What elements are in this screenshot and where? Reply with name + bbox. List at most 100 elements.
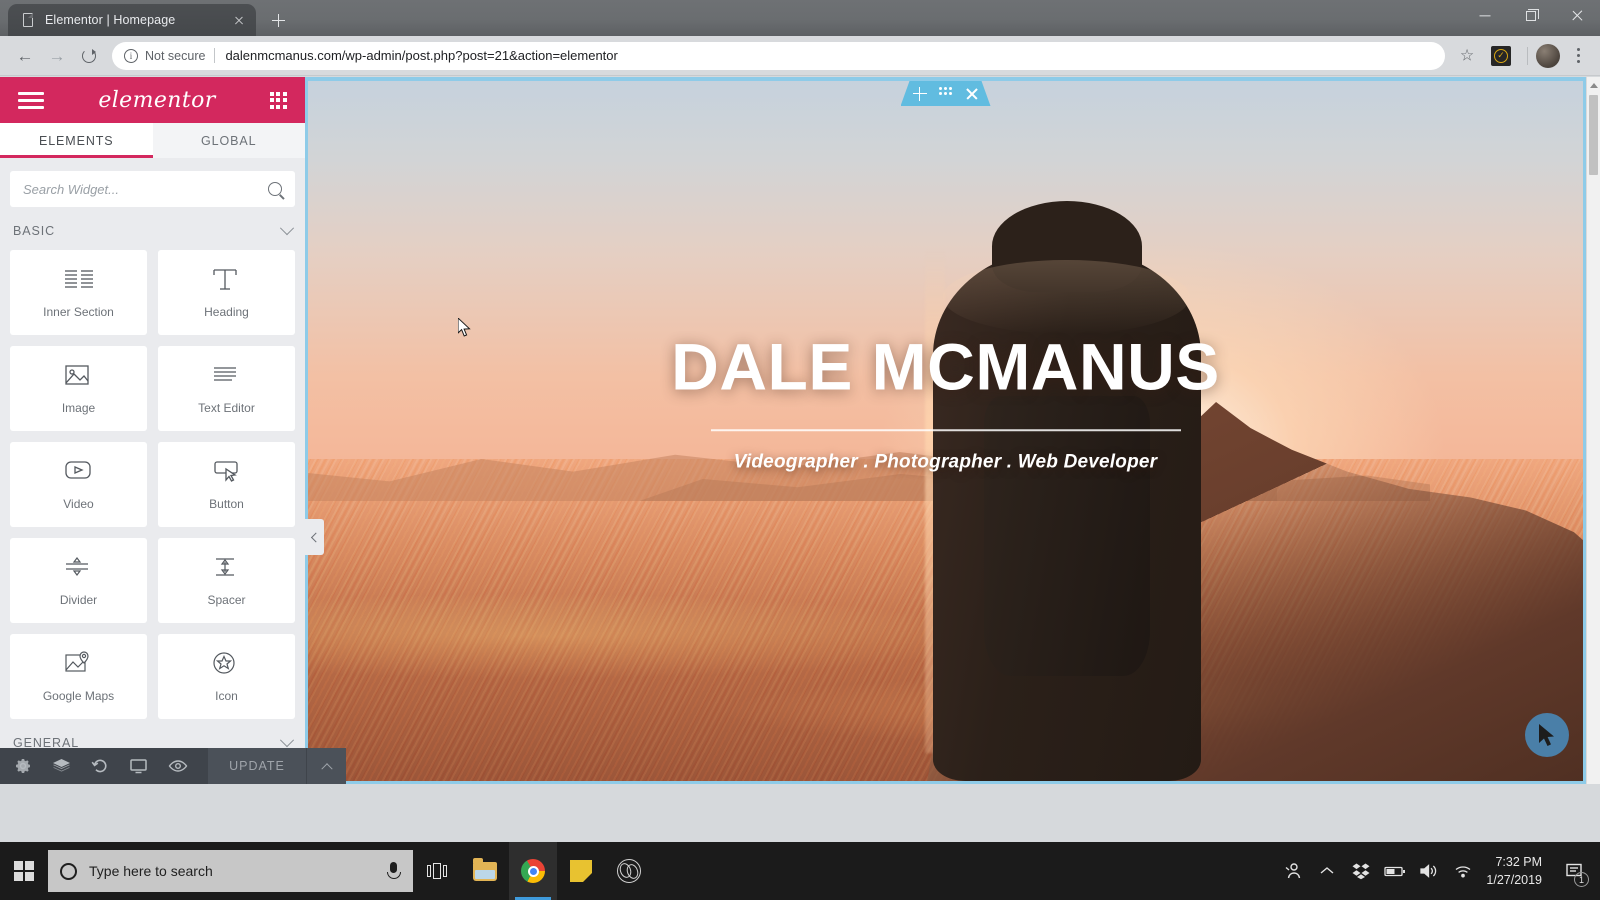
- caret-up-icon: [320, 763, 333, 775]
- tab-global[interactable]: GLOBAL: [152, 123, 305, 158]
- chrome-icon: [521, 859, 545, 883]
- scrollbar-thumb[interactable]: [1589, 95, 1598, 175]
- map-pin-icon: [62, 650, 96, 680]
- minimize-button[interactable]: [1462, 0, 1508, 32]
- chrome-button[interactable]: [509, 842, 557, 900]
- category-general-header[interactable]: GENERAL: [10, 719, 295, 748]
- plus-icon[interactable]: [913, 87, 927, 101]
- bookmark-star-icon[interactable]: ☆: [1453, 42, 1481, 70]
- search-icon[interactable]: [268, 182, 282, 196]
- text-t-icon: [210, 266, 244, 296]
- page-scrollbar[interactable]: [1586, 77, 1600, 784]
- wifi-icon[interactable]: [1446, 842, 1480, 900]
- drag-dots-icon[interactable]: [939, 87, 953, 101]
- panel-body: BASIC Inner Section: [0, 158, 305, 748]
- start-button[interactable]: [0, 842, 48, 900]
- widget-label: Heading: [204, 305, 249, 319]
- search-input[interactable]: [23, 181, 268, 197]
- taskbar-search[interactable]: Type here to search: [48, 850, 413, 892]
- page-viewport: elementor ELEMENTS GLOBAL BASIC: [0, 77, 1600, 784]
- widget-google-maps[interactable]: Google Maps: [10, 634, 147, 719]
- dropbox-icon[interactable]: [1344, 842, 1378, 900]
- section-toolbar[interactable]: [901, 81, 991, 106]
- chevron-down-icon[interactable]: [279, 733, 295, 748]
- star-circle-icon: [210, 650, 244, 680]
- clock-date: 1/27/2019: [1486, 873, 1542, 887]
- browser-tab[interactable]: Elementor | Homepage: [8, 4, 256, 36]
- divider: [214, 48, 216, 63]
- widget-image[interactable]: Image: [10, 346, 147, 431]
- widget-label: Icon: [215, 689, 238, 703]
- speaker-icon[interactable]: [1412, 842, 1446, 900]
- notification-center-button[interactable]: 1: [1554, 842, 1594, 900]
- chevron-down-icon[interactable]: [279, 221, 295, 236]
- reload-button[interactable]: [74, 41, 104, 71]
- scroll-up-button[interactable]: [1587, 77, 1600, 93]
- hamburger-icon[interactable]: [18, 91, 44, 109]
- update-button[interactable]: UPDATE: [208, 748, 306, 784]
- chevron-left-icon: [310, 532, 321, 542]
- task-view-icon: [427, 863, 447, 879]
- gear-icon[interactable]: [14, 755, 32, 777]
- columns-icon: [62, 266, 96, 296]
- new-tab-button[interactable]: [264, 6, 292, 34]
- microphone-icon[interactable]: [385, 861, 401, 881]
- category-basic-header[interactable]: BASIC: [10, 207, 295, 250]
- image-icon: [62, 362, 96, 392]
- task-view-button[interactable]: [413, 842, 461, 900]
- hero-section[interactable]: DALE MCMANUS Videographer . Photographer…: [308, 81, 1583, 781]
- sticky-notes-button[interactable]: [557, 842, 605, 900]
- widget-text-editor[interactable]: Text Editor: [158, 346, 295, 431]
- eye-icon[interactable]: [168, 755, 188, 777]
- widget-inner-section[interactable]: Inner Section: [10, 250, 147, 335]
- widget-button[interactable]: Button: [158, 442, 295, 527]
- people-icon[interactable]: [1276, 842, 1310, 900]
- close-window-button[interactable]: [1554, 0, 1600, 32]
- widget-spacer[interactable]: Spacer: [158, 538, 295, 623]
- forward-button[interactable]: →: [42, 41, 72, 71]
- battery-icon[interactable]: [1378, 842, 1412, 900]
- widget-label: Video: [63, 497, 94, 511]
- file-explorer-button[interactable]: [461, 842, 509, 900]
- update-options-button[interactable]: [306, 748, 346, 784]
- panel-collapse-handle[interactable]: [305, 519, 324, 555]
- widget-label: Divider: [59, 593, 98, 607]
- grid-apps-icon[interactable]: [269, 91, 287, 109]
- scroll-up-arrow: [1589, 82, 1598, 88]
- chevron-up-icon[interactable]: [1310, 842, 1344, 900]
- mouse-cursor: [457, 316, 472, 343]
- kebab-menu-icon[interactable]: [1566, 42, 1590, 70]
- layers-icon[interactable]: [52, 755, 71, 777]
- address-bar[interactable]: Not secure dalenmcmanus.com/wp-admin/pos…: [112, 41, 1445, 70]
- monitor-icon[interactable]: [129, 755, 148, 777]
- avatar[interactable]: [1536, 43, 1560, 68]
- category-general-label: GENERAL: [13, 736, 80, 748]
- browser-toolbar: ← → Not secure dalenmcmanus.com/wp-admin…: [0, 36, 1600, 76]
- search-placeholder: Type here to search: [89, 863, 213, 879]
- tab-title: Elementor | Homepage: [45, 13, 176, 27]
- back-button[interactable]: ←: [10, 41, 40, 71]
- back-arrow-icon: ←: [16, 46, 34, 65]
- divider-icon: [62, 554, 96, 584]
- editor-canvas[interactable]: DALE MCMANUS Videographer . Photographer…: [305, 77, 1586, 784]
- folder-icon: [473, 857, 497, 881]
- widget-icon[interactable]: Icon: [158, 634, 295, 719]
- widget-label: Image: [61, 401, 96, 415]
- widget-divider[interactable]: Divider: [10, 538, 147, 623]
- widget-video[interactable]: Video: [10, 442, 147, 527]
- extension-badge-icon[interactable]: [1491, 45, 1511, 66]
- tab-elements[interactable]: ELEMENTS: [0, 123, 153, 158]
- widget-label: Inner Section: [43, 305, 114, 319]
- info-circle-icon[interactable]: [124, 48, 138, 63]
- taskbar-clock[interactable]: 7:32 PM 1/27/2019: [1480, 842, 1554, 900]
- obs-button[interactable]: [605, 842, 653, 900]
- taskbar-apps: [413, 842, 653, 900]
- tab-strip: Elementor | Homepage: [0, 0, 1600, 36]
- widget-heading[interactable]: Heading: [158, 250, 295, 335]
- search-widget-box[interactable]: [10, 171, 295, 207]
- close-icon[interactable]: [230, 11, 248, 29]
- close-x-icon[interactable]: [965, 87, 979, 101]
- history-revert-icon[interactable]: [91, 755, 109, 777]
- windows-taskbar: Type here to search 7:32 PM 1/27/2019 1: [0, 842, 1600, 900]
- maximize-button[interactable]: [1508, 0, 1554, 32]
